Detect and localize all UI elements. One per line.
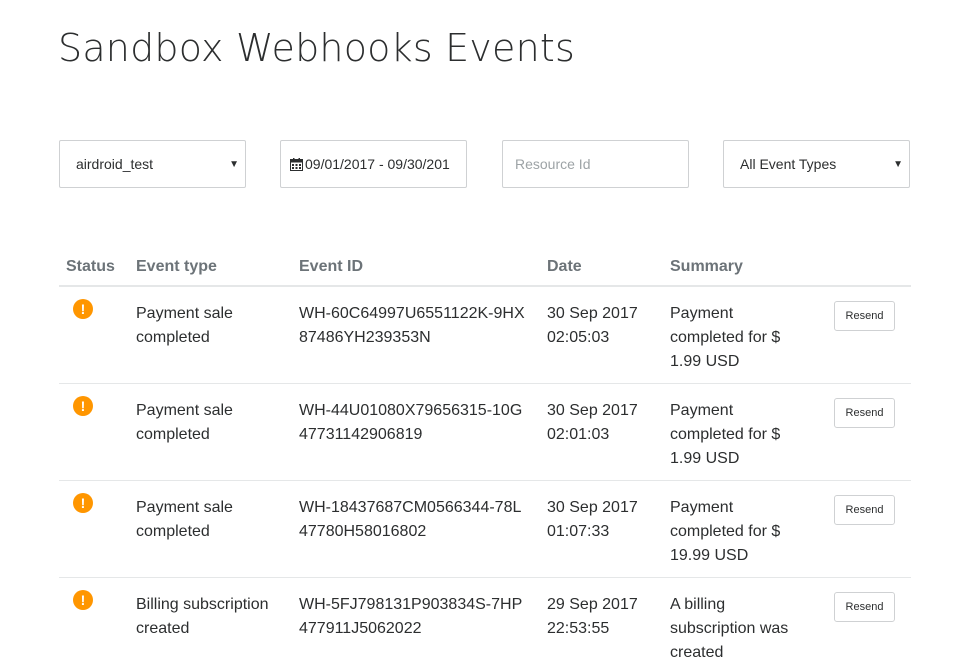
date-cell: 30 Sep 2017 02:01:03 — [547, 402, 638, 443]
event-id-cell: WH-5FJ798131P903834S-7HP477911J5062022 — [299, 596, 523, 637]
event-type-cell: Payment sale completed — [136, 305, 233, 346]
event-id-cell: WH-44U01080X79656315-10G47731142906819 — [299, 402, 523, 443]
warning-icon: ! — [73, 590, 93, 610]
resend-button[interactable]: Resend — [834, 495, 895, 525]
table-row: ! Payment sale completed WH-44U01080X796… — [59, 384, 911, 481]
summary-cell: Payment completed for $ 19.99 USD — [670, 499, 781, 564]
warning-icon: ! — [73, 493, 93, 513]
resend-button[interactable]: Resend — [834, 592, 895, 622]
date-cell: 29 Sep 2017 22:53:55 — [547, 596, 638, 637]
header-summary: Summary — [670, 258, 743, 275]
summary-cell: A billing subscription was created — [670, 596, 789, 661]
header-status: Status — [66, 258, 115, 275]
app-select-value: airdroid_test — [76, 156, 154, 172]
table-header: Status Event type Event ID Date Summary — [59, 246, 911, 287]
resource-id-field[interactable] — [502, 140, 689, 188]
caret-down-icon: ▼ — [893, 159, 903, 170]
event-id-cell: WH-60C64997U6551122K-9HX87486YH239353N — [299, 305, 525, 346]
date-cell: 30 Sep 2017 01:07:33 — [547, 499, 638, 540]
header-event-id: Event ID — [299, 258, 364, 275]
event-type-cell: Billing subscription created — [136, 596, 269, 637]
date-cell: 30 Sep 2017 02:05:03 — [547, 305, 638, 346]
table-row: ! Payment sale completed WH-60C64997U655… — [59, 287, 911, 384]
header-date: Date — [547, 258, 582, 275]
caret-down-icon: ▼ — [229, 159, 239, 170]
date-range-picker[interactable]: 09/01/2017 - 09/30/201 — [280, 140, 467, 188]
header-event-type: Event type — [136, 258, 217, 275]
table-row: ! Payment sale completed WH-18437687CM05… — [59, 481, 911, 578]
event-type-cell: Payment sale completed — [136, 402, 233, 443]
resend-button[interactable]: Resend — [834, 398, 895, 428]
page-title: Sandbox Webhooks Events — [58, 26, 575, 70]
filter-bar: airdroid_test ▼ 09/01/2017 - 09/30/201 A… — [59, 140, 911, 188]
warning-icon: ! — [73, 396, 93, 416]
resend-button[interactable]: Resend — [834, 301, 895, 331]
app-select[interactable]: airdroid_test ▼ — [59, 140, 246, 188]
event-id-cell: WH-18437687CM0566344-78L47780H58016802 — [299, 499, 522, 540]
calendar-icon — [290, 157, 303, 171]
date-range-value: 09/01/2017 - 09/30/201 — [305, 156, 450, 172]
summary-cell: Payment completed for $ 1.99 USD — [670, 305, 781, 370]
table-row: ! Billing subscription created WH-5FJ798… — [59, 578, 911, 664]
resource-id-input[interactable] — [515, 156, 688, 172]
event-type-select[interactable]: All Event Types ▼ — [723, 140, 910, 188]
events-table: Status Event type Event ID Date Summary … — [59, 246, 911, 664]
event-type-cell: Payment sale completed — [136, 499, 233, 540]
event-type-select-value: All Event Types — [740, 156, 837, 172]
summary-cell: Payment completed for $ 1.99 USD — [670, 402, 781, 467]
warning-icon: ! — [73, 299, 93, 319]
